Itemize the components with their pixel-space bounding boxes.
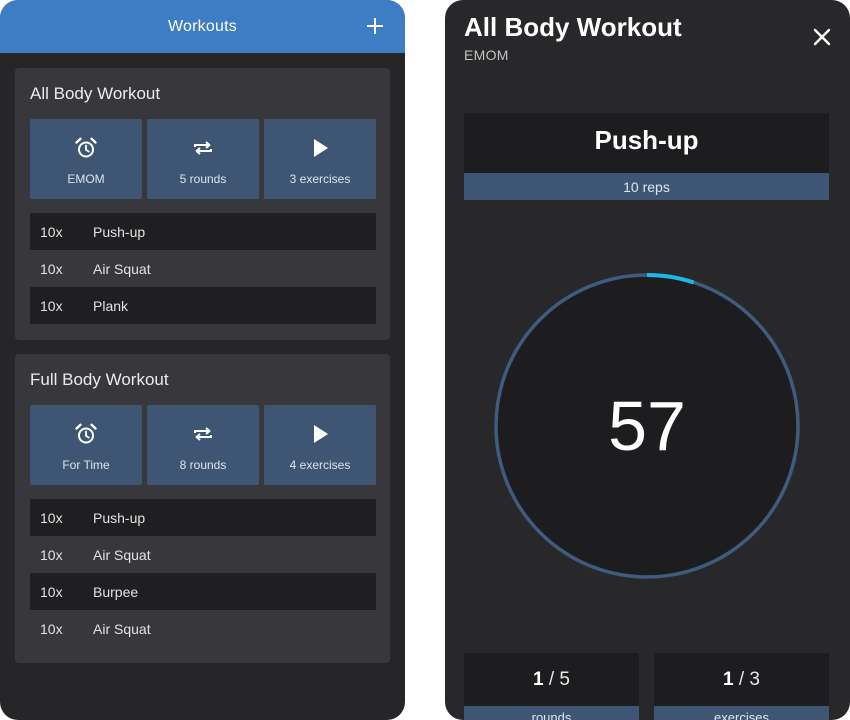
tile-label: 8 rounds [179, 458, 227, 472]
start-workout-tile[interactable]: 3 exercises [264, 119, 376, 199]
exercise-reps: 10x [40, 620, 63, 637]
current-exercise-panel: Push-up 10 reps [464, 113, 829, 200]
workout-list-screen: Workouts All Body Workout EMOM 5 rounds … [0, 0, 405, 720]
workout-timer-screen: All Body Workout EMOM Push-up 10 reps 57… [445, 0, 850, 720]
rounds-separator: / [543, 669, 560, 690]
exercises-counter: 1 / 3 exercises [654, 653, 829, 720]
tile-label: For Time [62, 458, 110, 472]
exercise-name: Push-up [93, 223, 146, 240]
exercise-name: Air Squat [93, 546, 151, 563]
repeat-icon [191, 136, 215, 160]
close-icon[interactable] [810, 25, 834, 49]
workout-card-title: All Body Workout [30, 84, 161, 103]
exercises-current: 1 [723, 669, 734, 690]
countdown-timer[interactable]: 57 [492, 271, 802, 581]
repeat-icon [191, 422, 215, 446]
exercise-row: 10x Plank [30, 287, 376, 324]
exercise-reps: 10x [40, 260, 63, 277]
workout-info-tiles: For Time 8 rounds 4 exercises [30, 405, 376, 485]
play-icon [308, 136, 332, 160]
rounds-counter: 1 / 5 rounds [464, 653, 639, 720]
exercise-row: 10x Burpee [30, 573, 376, 610]
workout-card-all-body[interactable]: All Body Workout EMOM 5 rounds 3 exercis… [15, 68, 390, 340]
exercise-name: Air Squat [93, 620, 151, 637]
alarm-clock-icon [74, 136, 98, 160]
exercises-label: exercises [654, 706, 829, 720]
exercise-name: Push-up [93, 509, 146, 526]
tile-label: 5 rounds [179, 172, 227, 186]
exercise-reps: 10x [40, 509, 63, 526]
workout-type-label: EMOM [464, 47, 509, 63]
workout-card-title: Full Body Workout [30, 370, 169, 389]
workout-type-tile[interactable]: EMOM [30, 119, 142, 199]
plus-icon[interactable] [363, 14, 387, 38]
current-exercise-name: Push-up [594, 125, 699, 155]
tile-label: 4 exercises [289, 458, 351, 472]
exercise-name: Burpee [93, 583, 139, 600]
exercise-row: 10x Push-up [30, 499, 376, 536]
exercise-row: 10x Air Squat [30, 250, 376, 287]
exercise-row: 10x Push-up [30, 213, 376, 250]
exercise-reps: 10x [40, 223, 63, 240]
rounds-total: 5 [559, 669, 570, 690]
exercise-row: 10x Air Squat [30, 610, 376, 647]
exercise-reps: 10x [40, 583, 63, 600]
exercise-reps: 10x [40, 297, 63, 314]
start-workout-tile[interactable]: 4 exercises [264, 405, 376, 485]
app-bar: Workouts [0, 0, 405, 53]
rounds-tile[interactable]: 8 rounds [147, 405, 259, 485]
exercise-row: 10x Air Squat [30, 536, 376, 573]
alarm-clock-icon [74, 422, 98, 446]
rounds-tile[interactable]: 5 rounds [147, 119, 259, 199]
exercise-list: 10x Push-up 10x Air Squat 10x Plank [30, 213, 376, 324]
workout-card-full-body[interactable]: Full Body Workout For Time 8 rounds 4 ex… [15, 354, 390, 663]
exercise-name: Plank [93, 297, 129, 314]
app-bar-title: Workouts [168, 17, 237, 35]
exercises-total: 3 [749, 669, 760, 690]
tile-label: 3 exercises [289, 172, 351, 186]
exercises-separator: / [733, 669, 750, 690]
current-exercise-reps: 10 reps [464, 173, 829, 200]
exercise-reps: 10x [40, 546, 63, 563]
workout-title: All Body Workout [464, 12, 682, 42]
tile-label: EMOM [67, 172, 105, 186]
rounds-current: 1 [533, 669, 544, 690]
timer-seconds: 57 [608, 387, 686, 465]
exercise-list: 10x Push-up 10x Air Squat 10x Burpee 10x… [30, 499, 376, 647]
workout-type-tile[interactable]: For Time [30, 405, 142, 485]
rounds-label: rounds [464, 706, 639, 720]
play-icon [308, 422, 332, 446]
workout-info-tiles: EMOM 5 rounds 3 exercises [30, 119, 376, 199]
exercise-name: Air Squat [93, 260, 151, 277]
